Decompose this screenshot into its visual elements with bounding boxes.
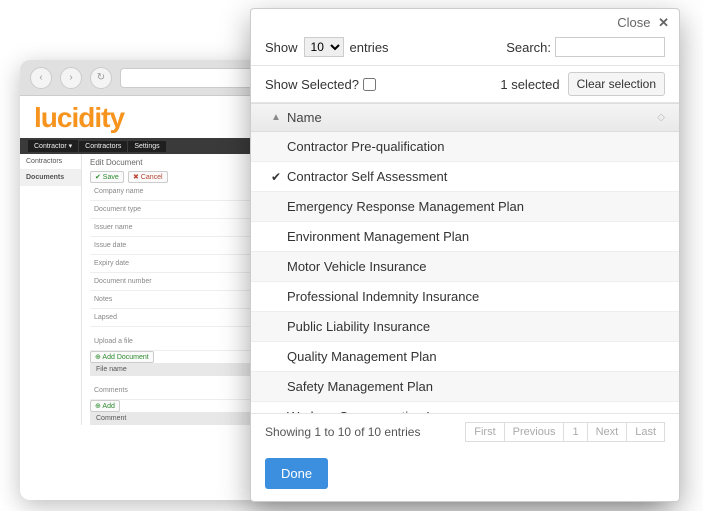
pager-last[interactable]: Last bbox=[626, 422, 665, 442]
col-name-header[interactable]: Name bbox=[287, 110, 657, 125]
clear-selection-button[interactable]: Clear selection bbox=[568, 72, 665, 96]
table-row[interactable]: Quality Management Plan bbox=[251, 342, 679, 372]
table-row[interactable]: Motor Vehicle Insurance bbox=[251, 252, 679, 282]
row-name: Emergency Response Management Plan bbox=[287, 199, 524, 214]
table-row[interactable]: Safety Management Plan bbox=[251, 372, 679, 402]
table-row[interactable]: Public Liability Insurance bbox=[251, 312, 679, 342]
selection-modal: Close ✕ Show 10 entries Search: Show Sel… bbox=[250, 8, 680, 502]
table-row[interactable]: Emergency Response Management Plan bbox=[251, 192, 679, 222]
save-button[interactable]: ✔ Save bbox=[90, 171, 124, 183]
back-button[interactable]: ‹ bbox=[30, 67, 52, 89]
nav-contractor-dropdown[interactable]: Contractor ▾ bbox=[28, 140, 78, 152]
pager-first[interactable]: First bbox=[465, 422, 504, 442]
page-size-select[interactable]: 10 bbox=[304, 37, 344, 57]
pager-page-1[interactable]: 1 bbox=[563, 422, 587, 442]
nav-settings[interactable]: Settings bbox=[128, 141, 165, 152]
sort-indicator-icon[interactable]: ▲ bbox=[265, 112, 287, 123]
sort-both-icon[interactable]: ◇ bbox=[657, 112, 665, 123]
row-name: Contractor Self Assessment bbox=[287, 169, 447, 184]
reload-button[interactable]: ↻ bbox=[90, 67, 112, 89]
row-name: Contractor Pre-qualification bbox=[287, 139, 445, 154]
table-row[interactable]: Environment Management Plan bbox=[251, 222, 679, 252]
add-document-button[interactable]: ⊕ Add Document bbox=[90, 351, 154, 363]
show-label: Show bbox=[265, 40, 298, 55]
row-name: Public Liability Insurance bbox=[287, 319, 430, 334]
show-selected-label: Show Selected? bbox=[265, 77, 359, 92]
pager-prev[interactable]: Previous bbox=[504, 422, 565, 442]
table-body: Contractor Pre-qualification ✔Contractor … bbox=[251, 132, 679, 413]
row-name: Quality Management Plan bbox=[287, 349, 437, 364]
pager: First Previous 1 Next Last bbox=[466, 422, 665, 442]
add-comment-button[interactable]: ⊕ Add bbox=[90, 400, 120, 412]
file-col-name: File name bbox=[96, 366, 127, 373]
table-info: Showing 1 to 10 of 10 entries bbox=[265, 425, 420, 439]
sidebar-item-contractors[interactable]: Contractors bbox=[20, 154, 81, 170]
sidebar-item-documents[interactable]: Documents bbox=[20, 170, 81, 186]
done-button[interactable]: Done bbox=[265, 458, 328, 489]
nav-contractors[interactable]: Contractors bbox=[79, 141, 127, 152]
table-row[interactable]: Contractor Pre-qualification bbox=[251, 132, 679, 162]
pager-next[interactable]: Next bbox=[587, 422, 628, 442]
row-name: Safety Management Plan bbox=[287, 379, 433, 394]
sidebar: Contractors Documents bbox=[20, 154, 82, 425]
row-name: Professional Indemnity Insurance bbox=[287, 289, 479, 304]
entries-label: entries bbox=[350, 40, 389, 55]
row-name: Motor Vehicle Insurance bbox=[287, 259, 426, 274]
row-name: Environment Management Plan bbox=[287, 229, 469, 244]
table-header: ▲ Name ◇ bbox=[251, 103, 679, 132]
search-input[interactable] bbox=[555, 37, 665, 57]
table-row[interactable]: Professional Indemnity Insurance bbox=[251, 282, 679, 312]
table-row[interactable]: ✔Contractor Self Assessment bbox=[251, 162, 679, 192]
search-label: Search: bbox=[506, 40, 551, 55]
selected-count: 1 selected bbox=[500, 77, 559, 92]
row-check-icon: ✔ bbox=[265, 170, 287, 184]
close-icon[interactable]: ✕ bbox=[658, 15, 669, 30]
table-row[interactable]: Workers Compensation Insurance bbox=[251, 402, 679, 413]
close-label[interactable]: Close bbox=[617, 15, 650, 30]
cancel-button[interactable]: ✖ Cancel bbox=[128, 171, 168, 183]
forward-button[interactable]: › bbox=[60, 67, 82, 89]
show-selected-checkbox[interactable] bbox=[363, 78, 376, 91]
